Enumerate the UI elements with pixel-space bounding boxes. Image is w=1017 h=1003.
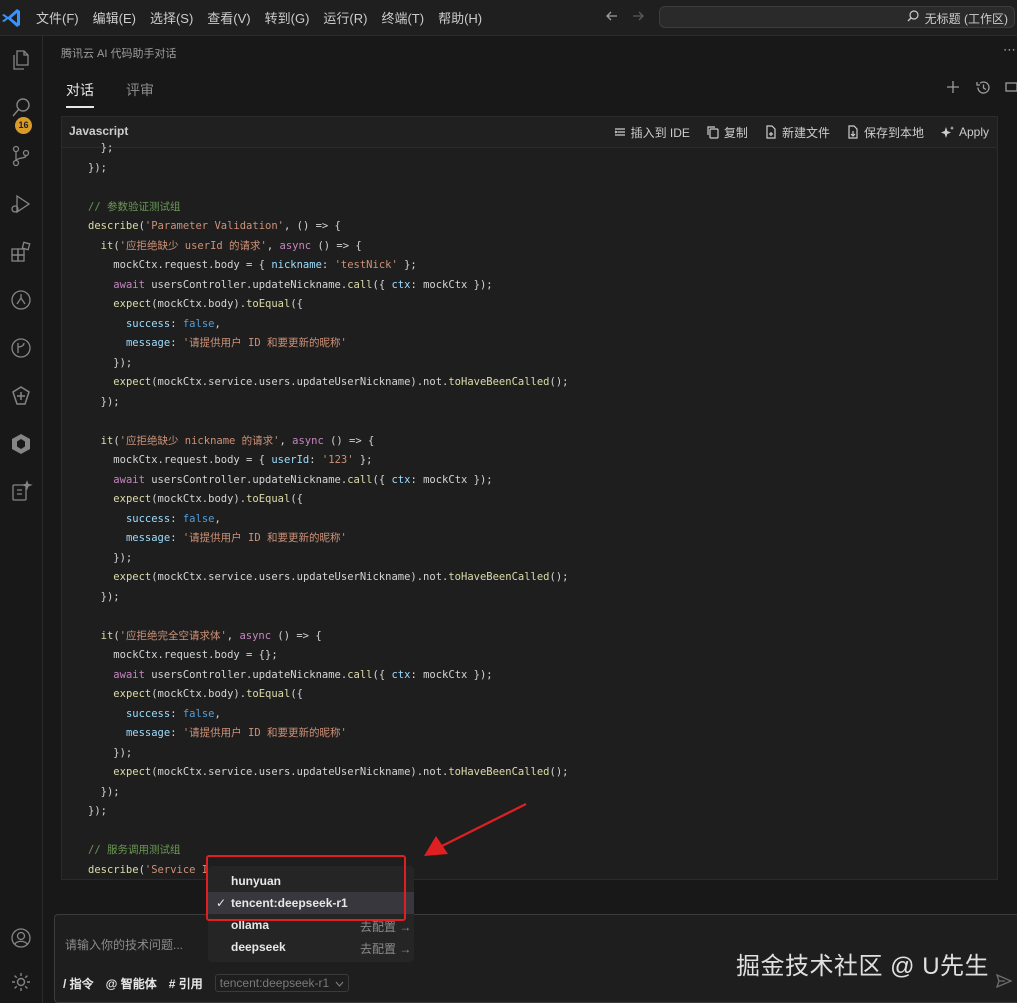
new-file-icon	[766, 125, 776, 139]
expand-panel-icon[interactable]	[1004, 79, 1017, 98]
reference-button[interactable]: # 引用	[169, 975, 203, 992]
menu-file[interactable]: 文件(F)	[36, 8, 79, 27]
tab-review[interactable]: 评审	[126, 80, 154, 100]
cloud-toolkit-icon[interactable]	[5, 428, 37, 460]
watermark: 掘金技术社区 @ U先生	[736, 953, 990, 980]
command-center-label: 无标题 (工作区)	[924, 12, 1008, 26]
source-control-badge: 16	[15, 117, 32, 134]
menu-selection[interactable]: 选择(S)	[150, 8, 193, 27]
save-local-label: 保存到本地	[863, 125, 924, 140]
chat-input-placeholder: 请输入你的技术问题...	[65, 938, 184, 952]
model-select-value: tencent:deepseek-r1	[219, 976, 330, 990]
code-content: }; }); // 参数验证测试组 describe('Parameter Va…	[88, 142, 569, 876]
command-button[interactable]: / 指令	[63, 975, 94, 992]
menu-go[interactable]: 转到(G)	[265, 8, 310, 27]
apply-button[interactable]: Apply	[940, 125, 989, 140]
remote-explorer-icon[interactable]	[5, 284, 37, 316]
ai-review-icon[interactable]	[5, 476, 37, 508]
code-block: Javascript 插入到 IDE 复制 新建文件 保存到本地 Apply}…	[61, 116, 998, 880]
send-icon[interactable]	[995, 972, 1013, 993]
insert-icon	[614, 128, 625, 136]
copy-icon	[707, 126, 719, 139]
menu-run[interactable]: 运行(R)	[323, 8, 367, 27]
settings-gear-icon[interactable]	[5, 966, 37, 998]
back-arrow-icon[interactable]	[604, 8, 620, 29]
save-icon	[848, 125, 858, 139]
history-icon[interactable]	[975, 79, 992, 99]
model-option-label: deepseek	[231, 940, 286, 954]
account-icon[interactable]	[5, 922, 37, 954]
new-file-button[interactable]: 新建文件	[764, 124, 830, 141]
ai-assistant-icon[interactable]	[5, 380, 37, 412]
chevron-down-icon	[336, 981, 344, 987]
tab-chat[interactable]: 对话	[66, 80, 94, 108]
timeline-icon[interactable]	[5, 332, 37, 364]
menu-help[interactable]: 帮助(H)	[438, 8, 482, 27]
search-icon	[906, 9, 920, 26]
save-local-button[interactable]: 保存到本地	[846, 124, 924, 141]
new-file-label: 新建文件	[781, 125, 830, 140]
copy-button[interactable]: 复制	[706, 124, 748, 141]
insert-to-ide-label: 插入到 IDE	[630, 125, 690, 140]
menu-edit[interactable]: 编辑(E)	[93, 8, 136, 27]
forward-arrow-icon[interactable]	[630, 8, 646, 29]
agent-button[interactable]: @ 智能体	[106, 975, 157, 992]
run-debug-icon[interactable]	[5, 188, 37, 220]
source-control-icon[interactable]	[5, 140, 37, 172]
vscode-logo-icon	[0, 0, 24, 35]
code-actions: 插入到 IDE 复制 新建文件 保存到本地 Apply	[597, 117, 989, 147]
model-option-deepseek[interactable]: deepseek 去配置 →	[208, 936, 414, 958]
more-actions-icon[interactable]: ⋯	[1003, 42, 1016, 58]
input-toolbar: / 指令 @ 智能体 # 引用 tencent:deepseek-r1	[63, 973, 350, 993]
activity-bar	[0, 36, 43, 1003]
extensions-icon[interactable]	[5, 236, 37, 268]
configure-link[interactable]: 去配置 →	[360, 940, 411, 957]
explorer-icon[interactable]	[5, 44, 37, 76]
annotation-highlight-box	[206, 855, 406, 921]
code-language-label: Javascript	[69, 124, 129, 138]
insert-to-ide-button[interactable]: 插入到 IDE	[613, 124, 690, 141]
menu-terminal[interactable]: 终端(T)	[381, 8, 424, 27]
copy-label: 复制	[723, 125, 748, 140]
command-center[interactable]: 无标题 (工作区)	[659, 6, 1015, 28]
panel-title: 腾讯云 AI 代码助手对话	[61, 48, 177, 60]
apply-label: Apply	[958, 125, 989, 139]
new-chat-icon[interactable]	[945, 79, 961, 98]
model-select[interactable]: tencent:deepseek-r1	[214, 974, 350, 992]
annotation-arrow-icon	[424, 803, 527, 856]
sparkle-icon	[940, 125, 954, 138]
menu-view[interactable]: 查看(V)	[207, 8, 250, 27]
menu-bar: 文件(F) 编辑(E) 选择(S) 查看(V) 转到(G) 运行(R) 终端(T…	[36, 0, 496, 35]
title-bar: 文件(F) 编辑(E) 选择(S) 查看(V) 转到(G) 运行(R) 终端(T…	[0, 0, 1017, 36]
